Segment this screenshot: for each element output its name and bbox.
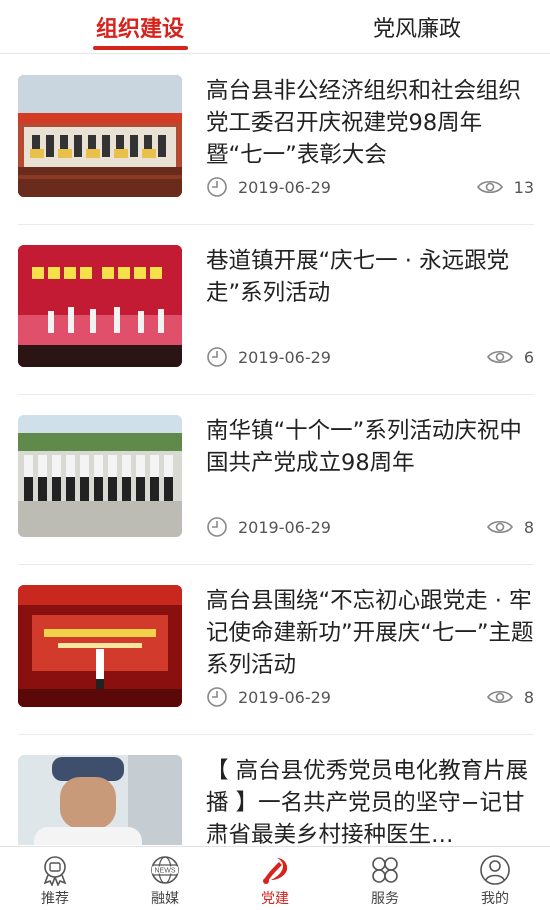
view-count: 8 bbox=[523, 517, 534, 537]
news-icon-text: NEWS bbox=[155, 868, 176, 875]
nav-party-building[interactable]: 党建 bbox=[220, 847, 330, 910]
view-count: 6 bbox=[523, 347, 534, 367]
list-item[interactable]: 高台县非公经济组织和社会组织党工委召开庆祝建党98周年暨“七一”表彰大会 201… bbox=[18, 55, 534, 225]
eye-icon bbox=[486, 520, 513, 534]
article-title: 高台县围绕“不忘初心跟党走 · 牢记使命建新功”开展庆“七一”主题系列活动 bbox=[206, 588, 534, 678]
article-thumbnail bbox=[18, 75, 182, 197]
article-views: 8 bbox=[486, 685, 534, 709]
clock-icon bbox=[207, 517, 227, 537]
eye-icon bbox=[476, 180, 503, 194]
party-emblem-icon bbox=[263, 858, 288, 884]
group-oath-photo bbox=[18, 415, 182, 537]
eye-icon bbox=[486, 690, 513, 704]
list-item[interactable]: 南华镇“十个一”系列活动庆祝中国共产党成立98周年 2019-06-29 8 bbox=[18, 395, 534, 565]
view-count: 8 bbox=[523, 687, 534, 707]
date-text: 2019-06-29 bbox=[238, 687, 331, 707]
nav-label: 我的 bbox=[481, 891, 509, 907]
article-thumbnail bbox=[18, 245, 182, 367]
list-item[interactable]: 【 高台县优秀党员电化教育片展播 】一名共产党员的坚守−记甘肃省最美乡村接种医生… bbox=[18, 735, 534, 845]
clock-icon bbox=[207, 347, 227, 367]
list-item[interactable]: 高台县围绕“不忘初心跟党走 · 牢记使命建新功”开展庆“七一”主题系列活动 20… bbox=[18, 565, 534, 735]
services-grid-icon bbox=[372, 857, 398, 883]
recommend-icon bbox=[43, 856, 67, 886]
article-title: 【 高台县优秀党员电化教育片展播 】一名共产党员的坚守−记甘肃省最美乡村接种医生… bbox=[206, 758, 529, 845]
article-title: 高台县非公经济组织和社会组织党工委召开庆祝建党98周年暨“七一”表彰大会 bbox=[206, 78, 522, 168]
article-list: 高台县非公经济组织和社会组织党工委召开庆祝建党98周年暨“七一”表彰大会 201… bbox=[0, 55, 550, 845]
nav-label: 服务 bbox=[371, 891, 399, 907]
article-date: 2019-06-29 bbox=[206, 345, 331, 369]
user-profile-icon bbox=[480, 855, 510, 885]
active-tab-indicator bbox=[93, 46, 188, 50]
article-thumbnail bbox=[18, 585, 182, 707]
clock-icon bbox=[207, 687, 227, 707]
nav-label: 党建 bbox=[261, 891, 289, 907]
tab-party-integrity[interactable]: 党风廉政 bbox=[347, 0, 487, 54]
article-date: 2019-06-29 bbox=[206, 175, 331, 199]
nav-media[interactable]: NEWS 融媒 bbox=[110, 847, 220, 910]
nav-mine[interactable]: 我的 bbox=[440, 847, 550, 910]
article-title: 巷道镇开展“庆七一 · 永远跟党走”系列活动 bbox=[206, 248, 510, 306]
top-tab-bar: 组织建设 党风廉政 bbox=[0, 0, 550, 54]
article-thumbnail bbox=[18, 415, 182, 537]
nav-label: 推荐 bbox=[41, 891, 69, 907]
eye-icon bbox=[486, 350, 513, 364]
meeting-stage-photo bbox=[18, 75, 182, 197]
article-views: 8 bbox=[486, 515, 534, 539]
list-item[interactable]: 巷道镇开展“庆七一 · 永远跟党走”系列活动 2019-06-29 6 bbox=[18, 225, 534, 395]
nav-services[interactable]: 服务 bbox=[330, 847, 440, 910]
speech-stage-photo bbox=[18, 585, 182, 707]
article-views: 13 bbox=[476, 175, 534, 199]
date-text: 2019-06-29 bbox=[238, 347, 331, 367]
date-text: 2019-06-29 bbox=[238, 177, 331, 197]
nav-label: 融媒 bbox=[151, 891, 179, 907]
article-thumbnail bbox=[18, 755, 182, 845]
view-count: 13 bbox=[513, 177, 534, 197]
nav-recommend[interactable]: 推荐 bbox=[0, 847, 110, 910]
stage-dance-photo bbox=[18, 245, 182, 367]
article-date: 2019-06-29 bbox=[206, 685, 331, 709]
date-text: 2019-06-29 bbox=[238, 517, 331, 537]
article-date: 2019-06-29 bbox=[206, 515, 331, 539]
doctor-portrait-photo bbox=[18, 755, 182, 845]
article-views: 6 bbox=[486, 345, 534, 369]
clock-icon bbox=[207, 177, 227, 197]
bottom-navigation: 推荐 NEWS 融媒 党建 服务 我的 bbox=[0, 846, 550, 910]
article-title: 南华镇“十个一”系列活动庆祝中国共产党成立98周年 bbox=[206, 418, 522, 476]
news-globe-icon: NEWS bbox=[151, 856, 179, 884]
